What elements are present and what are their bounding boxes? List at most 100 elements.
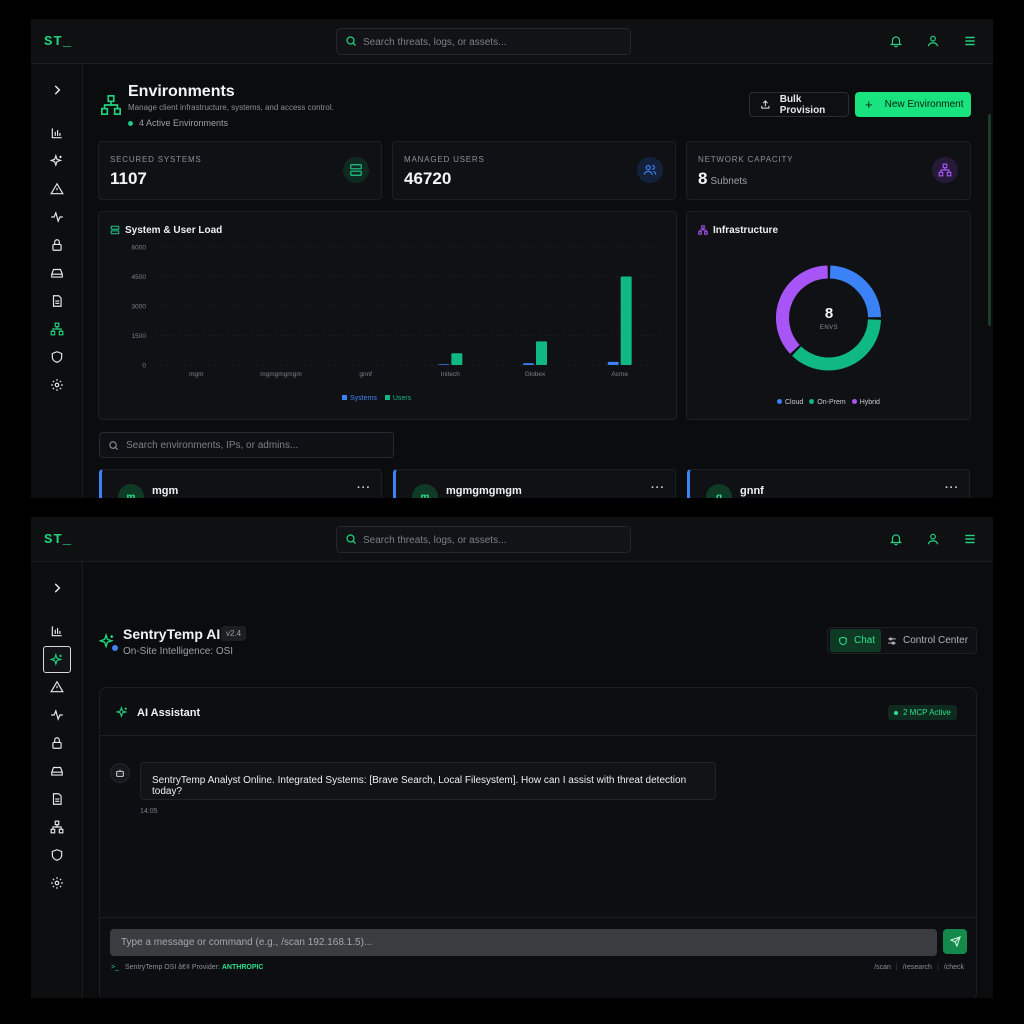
stat-icon-badge	[637, 157, 663, 183]
bell-icon[interactable]	[889, 34, 903, 48]
x-tick-label: mgm	[189, 371, 203, 378]
bulk-provision-button[interactable]: Bulk Provision	[749, 92, 849, 117]
environment-name: mgm	[152, 485, 179, 497]
environments-content: Environments Manage client infrastructur…	[83, 64, 993, 498]
global-search-input[interactable]	[363, 34, 623, 50]
status-dot	[112, 645, 118, 651]
tab-control-center[interactable]: Control Center	[883, 629, 975, 652]
y-tick-label: 4500	[132, 274, 147, 281]
stat-label: MANAGED USERS	[404, 155, 485, 164]
provider-text: SentryTemp OSI â€¢ Provider:	[124, 964, 220, 971]
stat-value-number: 1107	[110, 169, 147, 188]
environment-card[interactable]: g gnnf ···	[687, 469, 970, 498]
stat-card-network: NETWORK CAPACITY 8 Subnets	[686, 141, 971, 200]
stat-value: 1107	[110, 169, 147, 189]
sidebar-item-environments[interactable]	[43, 317, 71, 341]
sidebar-item-security[interactable]	[43, 345, 71, 369]
tab-chat[interactable]: Chat	[830, 629, 881, 652]
terminal-icon: >_	[111, 964, 119, 971]
menu-icon[interactable]	[963, 34, 977, 48]
legend-label: Hybrid	[859, 399, 880, 406]
chart-legend: Systems Users	[342, 395, 411, 402]
gear-icon	[51, 379, 63, 391]
stat-card-users: MANAGED USERS 46720	[392, 141, 676, 200]
global-search[interactable]	[336, 28, 631, 55]
environment-name: gnnf	[740, 485, 764, 497]
legend-swatch	[384, 395, 390, 400]
stat-value: 46720	[404, 169, 451, 189]
user-icon[interactable]	[926, 34, 940, 48]
y-tick-label: 6000	[132, 245, 147, 252]
x-tick-label: Globex	[525, 371, 546, 378]
bar-users	[536, 341, 547, 365]
sidebar-expand[interactable]	[43, 78, 71, 102]
app-logo[interactable]: ST_	[44, 532, 72, 548]
command-research[interactable]: /research	[903, 964, 932, 971]
app-logo[interactable]: ST_	[44, 34, 72, 50]
environment-search[interactable]	[99, 432, 394, 458]
x-tick-label: Acme	[611, 371, 628, 378]
separator: |	[895, 964, 898, 971]
x-tick-label: mgmgmgmgm	[260, 371, 302, 378]
search-icon	[346, 36, 356, 46]
environment-card[interactable]: m mgm ···	[99, 469, 382, 498]
lock-icon	[52, 239, 62, 251]
assistant-message: SentryTemp Analyst Online. Integrated Sy…	[140, 762, 716, 800]
tab-chat-label: Chat	[854, 635, 876, 646]
plus-icon: +	[865, 97, 873, 112]
global-search-input[interactable]	[363, 532, 623, 548]
file-text-icon	[52, 295, 62, 307]
command-scan[interactable]: /scan	[874, 964, 891, 971]
sidebar-item-access[interactable]	[43, 233, 71, 257]
shield-icon	[839, 636, 847, 645]
global-search[interactable]	[336, 526, 631, 553]
legend-cloud: Cloud	[777, 399, 803, 406]
sidebar-item-activity[interactable]	[43, 205, 71, 229]
user-icon[interactable]	[926, 532, 940, 546]
environment-search-input[interactable]	[126, 438, 386, 453]
send-button[interactable]	[943, 929, 967, 954]
new-environment-button[interactable]: + New Environment	[855, 92, 971, 117]
environment-card[interactable]: m mgmgmgmgm ···	[393, 469, 676, 498]
more-options-icon[interactable]: ···	[357, 482, 371, 494]
mcp-status-badge: 2 MCP Active	[888, 705, 957, 720]
bar-systems	[438, 364, 450, 365]
legend-label: Cloud	[785, 399, 804, 406]
provider-name: ANTHROPIC	[221, 964, 264, 971]
donut-center-label: ENVS	[819, 325, 839, 331]
sidebar-item-settings[interactable]	[43, 373, 71, 397]
x-tick-label: Initech	[441, 371, 461, 378]
sidebar-item-ai[interactable]	[43, 149, 71, 173]
sidebar-item-reports[interactable]	[43, 289, 71, 313]
chat-message-input[interactable]	[110, 929, 937, 956]
activity-icon	[51, 211, 63, 223]
sidebar-item-threats[interactable]	[43, 177, 71, 201]
top-bar: ST_	[31, 517, 993, 562]
bell-icon[interactable]	[889, 532, 903, 546]
upload-icon	[761, 100, 770, 109]
menu-icon[interactable]	[963, 532, 977, 546]
legend-users: Users	[384, 395, 411, 402]
search-icon	[109, 441, 119, 451]
sidebar-item-dashboard[interactable]	[43, 121, 71, 145]
scrollbar[interactable]	[988, 114, 991, 326]
shield-icon	[51, 351, 63, 363]
page-subtitle: On-Site Intelligence: OSI	[123, 646, 234, 657]
alert-triangle-icon	[50, 182, 64, 195]
command-check[interactable]: /check	[944, 964, 964, 971]
more-options-icon[interactable]: ···	[945, 482, 959, 494]
more-options-icon[interactable]: ···	[651, 482, 665, 494]
tab-control-label: Control Center	[903, 635, 969, 646]
bot-icon	[116, 769, 124, 777]
sidebar-item-storage[interactable]	[43, 261, 71, 285]
stat-value-number: 46720	[404, 169, 452, 188]
hard-drive-icon	[51, 268, 63, 278]
y-tick-label: 3000	[132, 304, 147, 311]
bar-users	[451, 353, 463, 365]
stat-value: 8 Subnets	[698, 169, 747, 189]
bulk-provision-label: Bulk Provision	[779, 93, 826, 116]
mcp-status-label: 2 MCP Active	[903, 708, 951, 717]
ai-assistant-screen: ST_ SentryTemp AI v2.4 On-Site Intellige…	[31, 517, 993, 998]
page-subtitle: Manage client infrastructure, systems, a…	[128, 103, 334, 112]
quick-commands: /scan | /research | /check	[874, 964, 964, 971]
